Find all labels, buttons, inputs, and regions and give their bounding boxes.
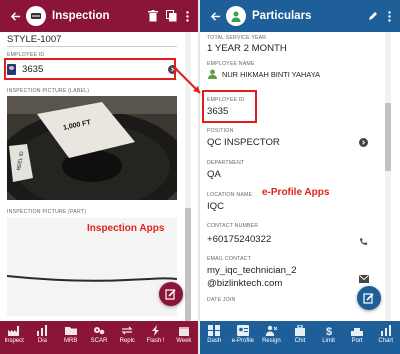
nav-label: Chit [294, 338, 306, 344]
right-scroll-track[interactable] [385, 32, 391, 321]
inspection-app-screen: Inspection STYLE-1007 EMPLOYEE ID 3635 I… [0, 0, 198, 354]
employee-name-value: NUR HIKMAH BINTI YAHAYA [222, 69, 321, 79]
particulars-top-bar: Particulars [200, 0, 400, 32]
inspection-picture-part[interactable]: Inspection Apps [7, 218, 177, 316]
email-label: EMAIL CONTACT [207, 256, 252, 262]
nav-label: MRB [64, 338, 78, 344]
date-join-label: DATE JOIN [207, 297, 236, 303]
more-menu-icon[interactable] [382, 10, 396, 22]
nav-chart[interactable]: Chart [374, 325, 398, 344]
inspection-picture-label[interactable]: 1,000 FT REEL ID [7, 96, 177, 200]
chit-icon [294, 325, 305, 336]
picture-label-title: INSPECTION PICTURE (LABEL) [7, 88, 90, 94]
nav-dia[interactable]: Dia [30, 325, 54, 344]
phone-icon[interactable] [359, 233, 368, 251]
particulars-title: Particulars [252, 10, 312, 22]
nav-port[interactable]: Port [345, 325, 369, 344]
position-chevron-icon[interactable] [359, 138, 368, 147]
email-value-line2: @bizlinktech.com [207, 278, 283, 289]
nav-flash[interactable]: Flash ! [144, 325, 168, 344]
port-icon [351, 328, 364, 336]
calendar-icon [178, 327, 189, 336]
email-value-line1: my_iqc_technician_2 [207, 265, 297, 276]
nav-label: Inspect [4, 338, 24, 344]
position-label: POSITION [207, 128, 234, 134]
nav-e-profile[interactable]: e-Profile [231, 325, 255, 344]
e-profile-apps-caption: e-Profile Apps [262, 187, 330, 198]
profile-bottom-nav: Dash e-Profile Resign Chit $ Limit Port … [200, 321, 400, 354]
more-menu-icon[interactable] [180, 10, 194, 22]
employee-name-label: EMPLOYEE NAME [207, 61, 255, 67]
gears-icon [93, 327, 105, 335]
location-value: IQC [207, 201, 225, 212]
nav-inspect[interactable]: Inspect [2, 325, 26, 344]
flash-icon [151, 325, 159, 336]
total-service-value: 1 YEAR 2 MONTH [207, 43, 287, 54]
department-label: DEPARTMENT [207, 160, 245, 166]
nav-limit[interactable]: $ Limit [317, 325, 341, 344]
right-edit-fab[interactable] [357, 286, 381, 310]
copy-icon[interactable] [162, 10, 180, 22]
nav-label: Resign [262, 338, 281, 344]
dashboard-icon [208, 325, 221, 336]
back-arrow-icon[interactable] [204, 11, 226, 22]
app-logo-icon [26, 6, 46, 26]
nav-resign[interactable]: Resign [259, 325, 283, 344]
particulars-app-screen: Particulars TOTAL SERVICE YEAR 1 YEAR 2 … [200, 0, 400, 354]
profile-icon [236, 325, 249, 336]
inspection-top-bar: Inspection [0, 0, 198, 32]
nav-replc[interactable]: Replc [115, 325, 139, 344]
person-icon [208, 69, 217, 79]
nav-label: Limit [322, 338, 335, 344]
contact-value: +60175240322 [207, 234, 272, 245]
profile-app-logo-icon [226, 6, 246, 26]
nav-scar[interactable]: SCAR [87, 325, 111, 344]
location-label: LOCATION NAME [207, 192, 253, 198]
inspection-apps-caption: Inspection Apps [87, 223, 165, 234]
limit-icon: $ [325, 326, 331, 336]
edit-pencil-icon[interactable] [364, 11, 382, 21]
right-scroll-thumb[interactable] [385, 103, 391, 171]
employee-id-highlight [4, 58, 176, 80]
left-edit-fab[interactable] [159, 282, 183, 306]
nav-week[interactable]: Week [172, 325, 196, 344]
nav-label: Week [176, 338, 192, 344]
nav-label: e-Profile [231, 338, 255, 344]
back-arrow-icon[interactable] [4, 11, 26, 22]
position-value: QC INSPECTOR [207, 137, 280, 148]
delete-icon[interactable] [144, 10, 162, 22]
inspection-title: Inspection [52, 10, 110, 22]
resign-icon [266, 325, 278, 336]
picture-part-title: INSPECTION PICTURE (PART) [7, 209, 87, 215]
department-value: QA [207, 169, 221, 180]
nav-label: SCAR [90, 338, 108, 344]
nav-label: Port [351, 338, 363, 344]
total-service-label: TOTAL SERVICE YEAR [207, 35, 267, 41]
nav-label: Dia [37, 338, 47, 344]
nav-label: Chart [378, 338, 393, 344]
nav-mrb[interactable]: MRB [59, 325, 83, 344]
nav-label: Flash ! [146, 338, 165, 344]
svg-text:$: $ [325, 326, 331, 336]
factory-icon [8, 326, 20, 336]
employee-name-row: NUR HIKMAH BINTI YAHAYA [207, 69, 320, 79]
contact-label: CONTACT NUMBER [207, 223, 259, 229]
style-code: STYLE-1007 [7, 34, 62, 45]
nav-chit[interactable]: Chit [288, 325, 312, 344]
chart-icon [37, 325, 48, 336]
replace-icon [121, 326, 133, 335]
employee-id-highlight [202, 90, 257, 123]
nav-dash[interactable]: Dash [202, 325, 226, 344]
inspection-bottom-nav: Inspect Dia MRB SCAR Replc Flash ! Week [0, 321, 198, 354]
style-divider [7, 46, 177, 47]
left-scroll-thumb[interactable] [185, 208, 191, 321]
nav-label: Dash [207, 338, 222, 344]
chart-icon [380, 325, 391, 336]
folder-icon [64, 327, 77, 335]
nav-label: Replc [119, 338, 135, 344]
